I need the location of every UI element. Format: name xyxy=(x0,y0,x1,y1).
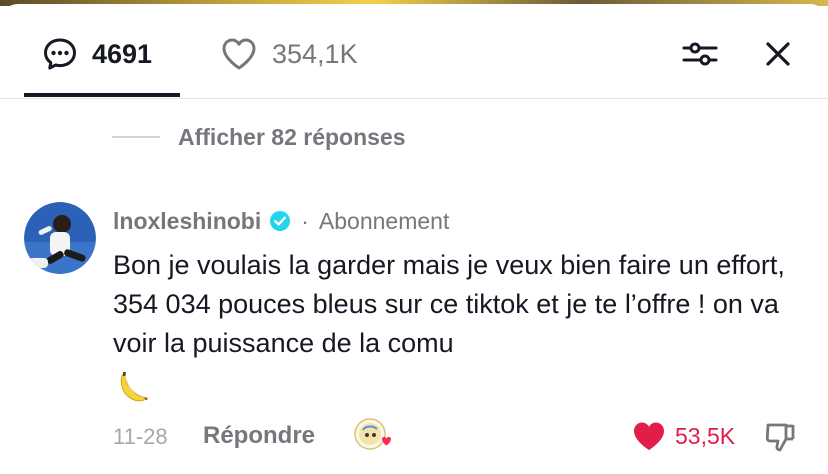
comment-text-content: Bon je voulais la garder mais je veux bi… xyxy=(113,250,785,358)
header-divider xyxy=(0,98,828,99)
creator-liked-sticker-icon[interactable] xyxy=(353,416,393,456)
comments-count: 4691 xyxy=(92,38,153,69)
comment-text: Bon je voulais la garder mais je veux bi… xyxy=(113,246,803,407)
follow-status[interactable]: Abonnement xyxy=(319,208,449,235)
show-replies-button[interactable]: Afficher 82 réponses xyxy=(112,116,406,158)
likes-count: 354,1K xyxy=(272,38,358,69)
filter-button[interactable] xyxy=(678,32,722,76)
like-count: 53,5K xyxy=(675,422,736,449)
comment-bubble-icon xyxy=(44,38,76,70)
thumbs-down-icon[interactable] xyxy=(763,420,797,454)
comment-header: lnoxleshinobi · Abonnement xyxy=(113,204,449,238)
active-tab-indicator xyxy=(24,93,180,97)
comment-actions: 11-28 Répondre 53,5K xyxy=(113,418,813,456)
banana-emoji-icon xyxy=(120,372,149,402)
verified-badge-icon xyxy=(270,211,291,231)
heart-filled-icon xyxy=(634,422,664,450)
avatar[interactable] xyxy=(24,202,96,274)
heart-outline-icon xyxy=(222,38,256,70)
show-replies-label: Afficher 82 réponses xyxy=(178,123,406,150)
username[interactable]: lnoxleshinobi xyxy=(113,208,261,235)
sliders-icon xyxy=(682,42,718,66)
comments-header: 4691 354,1K xyxy=(0,4,828,98)
tab-comments[interactable]: 4691 xyxy=(42,32,152,76)
close-button[interactable] xyxy=(756,32,800,76)
separator-dot: · xyxy=(301,207,309,234)
comment-date: 11-28 xyxy=(113,424,168,449)
avatar-image xyxy=(24,202,96,274)
tab-likes[interactable]: 354,1K xyxy=(220,32,358,76)
replies-line xyxy=(112,136,160,138)
comments-sheet: 4691 354,1K Afficher 82 réponses lnoxles… xyxy=(0,4,828,474)
reply-button[interactable]: Répondre xyxy=(203,422,315,450)
close-icon xyxy=(766,42,790,66)
like-button[interactable]: 53,5K xyxy=(631,420,735,452)
